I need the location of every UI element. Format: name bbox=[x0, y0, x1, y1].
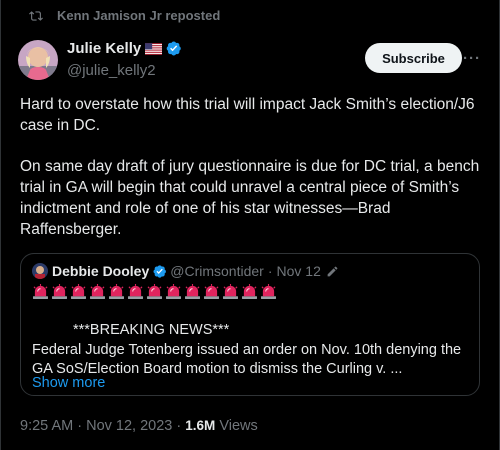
quoted-avatar bbox=[32, 263, 48, 279]
verified-badge-icon bbox=[153, 264, 167, 278]
avatar-image bbox=[18, 40, 58, 80]
author-name-row[interactable]: Julie Kelly bbox=[67, 40, 182, 57]
repost-indicator[interactable]: Kenn Jamison Jr reposted bbox=[27, 8, 220, 23]
siren-icon bbox=[204, 284, 219, 299]
author-name[interactable]: Julie Kelly bbox=[67, 40, 141, 57]
siren-icon bbox=[261, 284, 276, 299]
siren-icon bbox=[33, 284, 48, 299]
views-label: Views bbox=[219, 418, 258, 434]
quoted-separator: · bbox=[267, 263, 273, 279]
siren-icon bbox=[185, 284, 200, 299]
verified-badge-icon bbox=[166, 41, 181, 56]
quoted-tweet[interactable]: Debbie Dooley @Crimsontider · Nov 12 ***… bbox=[20, 253, 480, 396]
edited-pencil-icon bbox=[327, 266, 338, 276]
tweet-metadata: 9:25 AM · Nov 12, 2023 · 1.6M Views bbox=[20, 418, 258, 434]
siren-icon bbox=[90, 284, 105, 299]
quoted-text-line-1: ***BREAKING NEWS*** bbox=[73, 322, 230, 338]
siren-emoji-row bbox=[32, 284, 279, 299]
meta-separator: · bbox=[176, 418, 182, 434]
tweet-paragraph-2: On same day draft of jury questionnaire … bbox=[20, 158, 480, 238]
siren-icon bbox=[71, 284, 86, 299]
us-flag-icon bbox=[145, 42, 163, 55]
tweet-text: Hard to overstate how this trial will im… bbox=[20, 94, 480, 260]
tweet-time[interactable]: 9:25 AM bbox=[20, 418, 73, 434]
quoted-author-name: Debbie Dooley bbox=[52, 263, 150, 279]
tweet: Kenn Jamison Jr reposted Julie Kelly @ju… bbox=[0, 0, 500, 450]
siren-icon bbox=[109, 284, 124, 299]
repost-label: Kenn Jamison Jr reposted bbox=[57, 8, 221, 23]
quoted-text-line-2: Federal Judge Totenberg issued an order … bbox=[32, 342, 462, 358]
author-handle[interactable]: @julie_kelly2 bbox=[67, 62, 156, 79]
avatar[interactable] bbox=[18, 40, 58, 80]
siren-icon bbox=[166, 284, 181, 299]
siren-icon bbox=[128, 284, 143, 299]
views-count: 1.6M bbox=[185, 418, 216, 433]
quoted-date: Nov 12 bbox=[276, 263, 321, 279]
subscribe-button[interactable]: Subscribe bbox=[365, 43, 462, 73]
meta-separator: · bbox=[77, 418, 83, 434]
quoted-author-handle: @Crimsontider bbox=[170, 263, 264, 279]
tweet-paragraph-1: Hard to overstate how this trial will im… bbox=[20, 96, 475, 134]
quoted-tweet-header: Debbie Dooley @Crimsontider · Nov 12 bbox=[32, 263, 339, 279]
tweet-date[interactable]: Nov 12, 2023 bbox=[86, 418, 172, 434]
repost-icon bbox=[29, 10, 43, 21]
more-options-button[interactable]: ··· bbox=[463, 50, 481, 67]
siren-icon bbox=[242, 284, 257, 299]
siren-icon bbox=[147, 284, 162, 299]
siren-icon bbox=[52, 284, 67, 299]
siren-icon bbox=[223, 284, 238, 299]
show-more-link[interactable]: Show more bbox=[32, 375, 105, 391]
